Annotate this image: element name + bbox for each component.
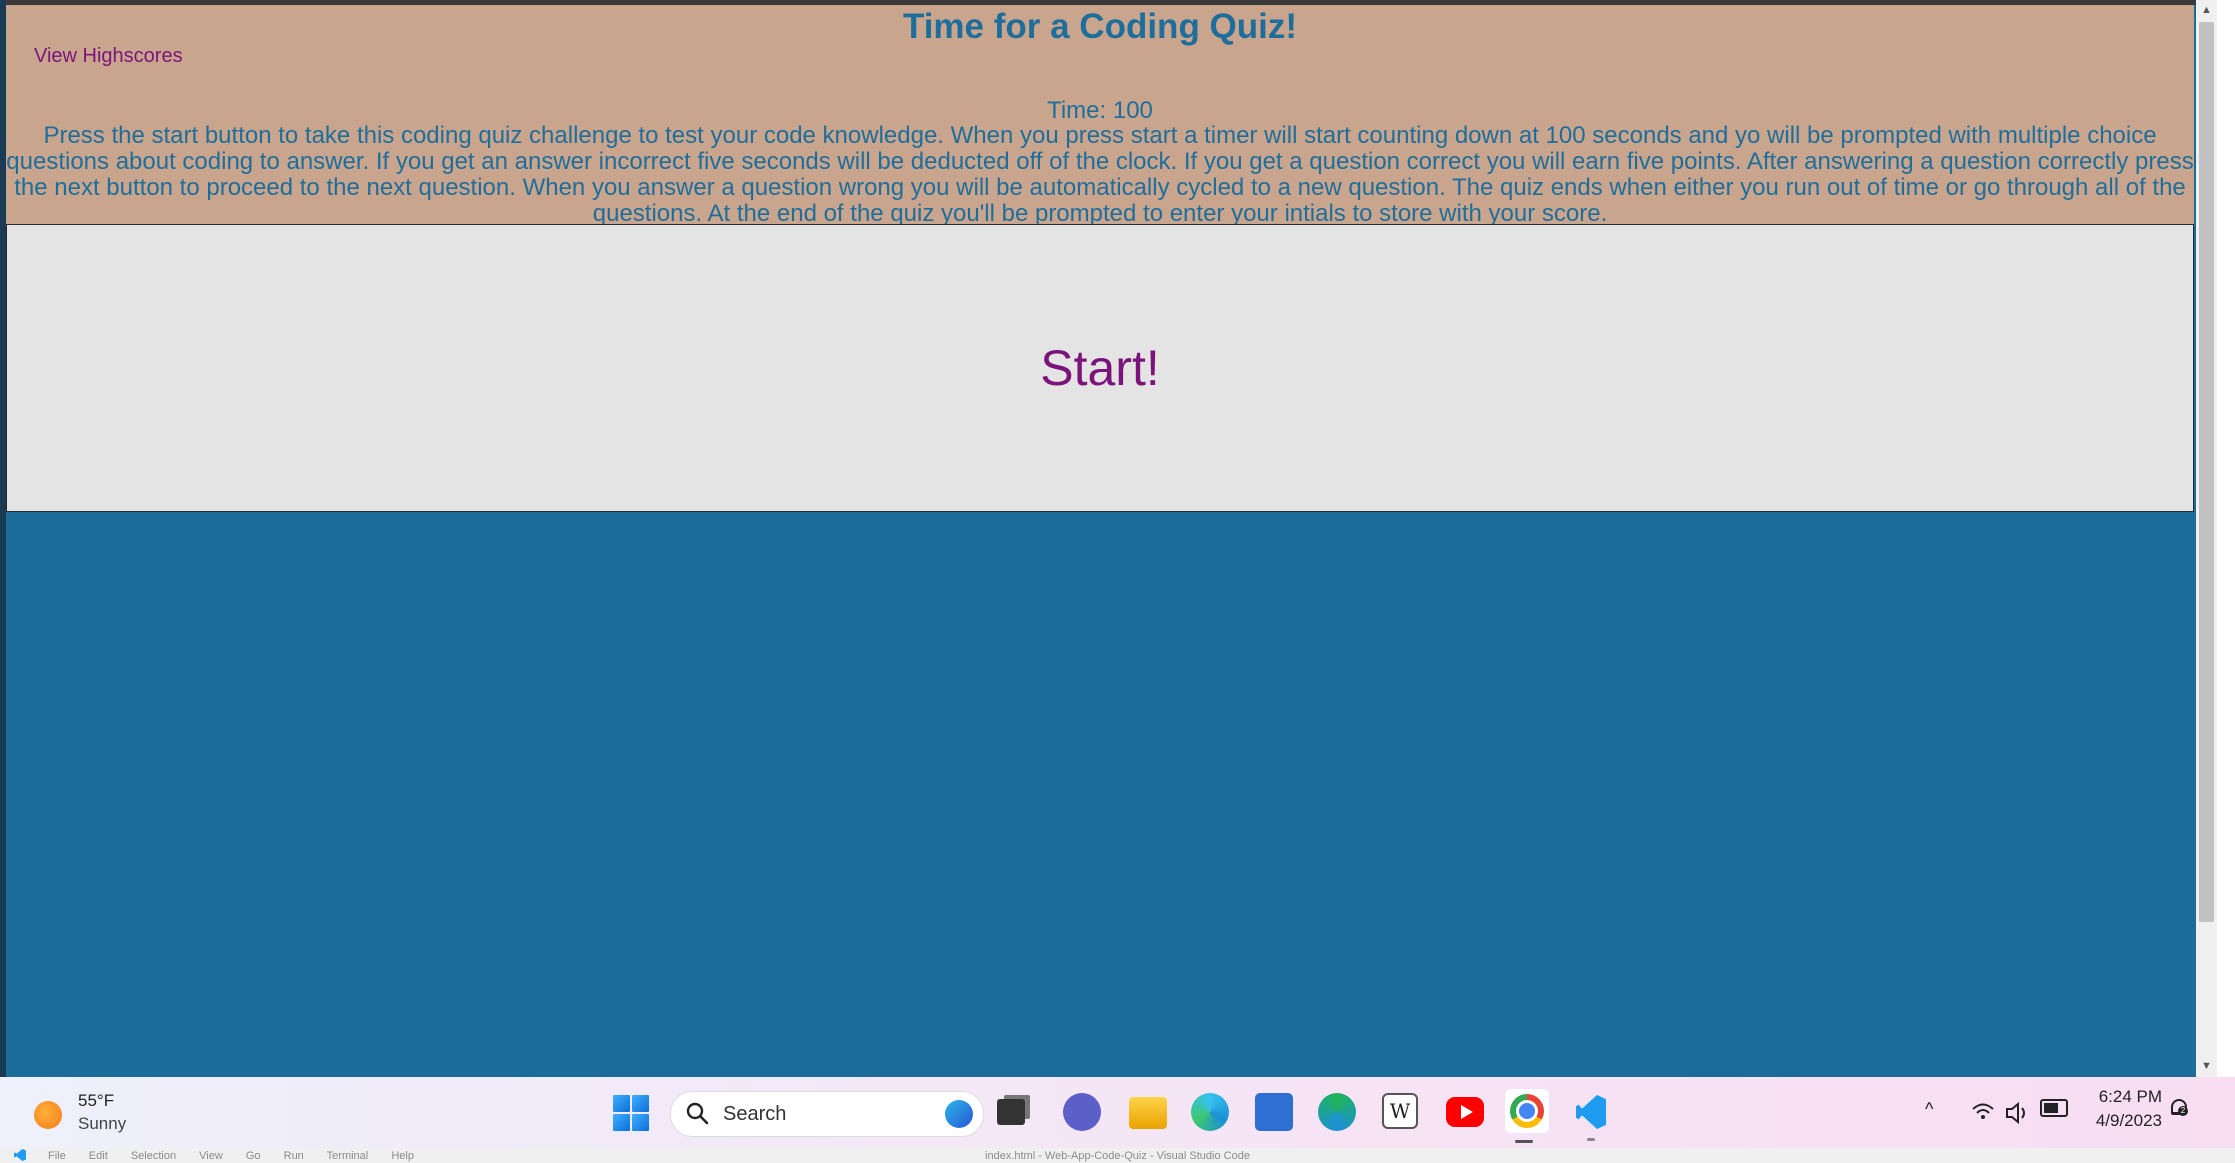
microsoft-store-icon[interactable] — [1255, 1093, 1293, 1131]
edge-icon[interactable] — [1191, 1093, 1229, 1131]
vscode-titlebar: File Edit Selection View Go Run Terminal… — [0, 1148, 2235, 1163]
notification-bell-icon[interactable]: 2 — [2170, 1099, 2190, 1121]
view-highscores-link[interactable]: View Highscores — [34, 45, 183, 68]
browser-viewport: Time for a Coding Quiz! View Highscores … — [0, 0, 2196, 1077]
clock-time: 6:24 PM — [2098, 1087, 2162, 1106]
search-label: Search — [723, 1103, 787, 1125]
vscode-icon[interactable] — [1572, 1093, 1610, 1141]
bing-icon[interactable] — [945, 1100, 973, 1128]
windows-start-icon[interactable] — [613, 1095, 649, 1131]
taskbar-search-box[interactable]: Search — [670, 1091, 984, 1137]
edge-dev-icon[interactable] — [1318, 1093, 1356, 1131]
system-clock[interactable]: 6:24 PM 4/9/2023 — [2082, 1087, 2162, 1131]
scroll-down-arrow-icon[interactable]: ▼ — [2196, 1056, 2217, 1077]
notification-count-badge: 2 — [2178, 1106, 2188, 1116]
file-explorer-icon[interactable] — [1129, 1097, 1167, 1129]
scrollbar-thumb[interactable] — [2199, 22, 2214, 922]
start-button[interactable]: Start! — [6, 224, 2194, 512]
teams-meet-icon[interactable] — [1063, 1093, 1101, 1131]
show-hidden-icons-chevron-icon[interactable]: ^ — [1925, 1099, 1933, 1135]
sun-icon — [34, 1101, 62, 1129]
vscode-window-title: index.html - Web-App-Code-Quiz - Visual … — [985, 1150, 1250, 1162]
battery-icon[interactable] — [2040, 1099, 2068, 1117]
quiz-header: Time for a Coding Quiz! View Highscores … — [6, 5, 2194, 227]
wikipedia-icon[interactable]: W — [1382, 1093, 1418, 1129]
scroll-up-arrow-icon[interactable]: ▲ — [2196, 0, 2217, 21]
clock-date: 4/9/2023 — [2095, 1111, 2162, 1130]
wifi-icon[interactable] — [1970, 1095, 1996, 1131]
task-view-icon[interactable] — [997, 1099, 1025, 1125]
weather-temperature: 55°F — [78, 1091, 115, 1110]
page-title: Time for a Coding Quiz! — [902, 7, 1298, 46]
start-button-label: Start! — [1040, 340, 1160, 396]
volume-icon[interactable] — [2004, 1095, 2030, 1131]
search-icon — [686, 1102, 709, 1125]
chrome-logo — [1510, 1094, 1544, 1128]
timer-display: Time: 100 — [1047, 97, 1153, 124]
windows-taskbar: 55°F Sunny Search W ^ 6:24 PM 4/9/2023 2 — [0, 1077, 2235, 1148]
weather-condition: Sunny — [78, 1114, 127, 1133]
chrome-icon[interactable] — [1505, 1089, 1549, 1143]
window-right-margin — [2217, 0, 2235, 1077]
youtube-icon[interactable] — [1446, 1097, 1484, 1127]
vertical-scrollbar[interactable]: ▲ ▼ — [2196, 0, 2217, 1077]
quiz-instructions: Press the start button to take this codi… — [6, 122, 2194, 227]
